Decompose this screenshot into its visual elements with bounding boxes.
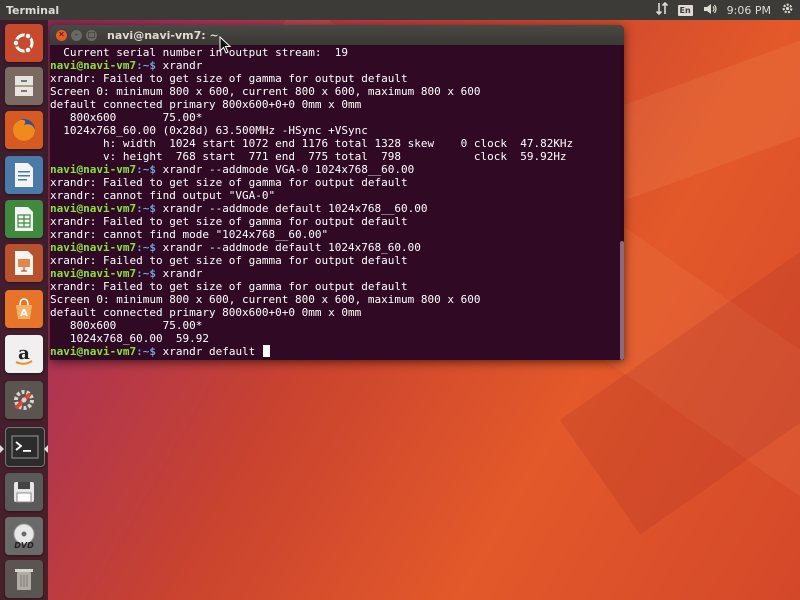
terminal-command-line: navi@navi-vm7:~$ xrandr --addmode defaul…: [50, 202, 620, 215]
terminal-output-line: xrandr: Failed to get size of gamma for …: [50, 72, 408, 85]
command-text: xrandr --addmode default 1024x768_60.00: [155, 241, 421, 254]
terminal-output-line: xrandr: cannot find output "VGA-0": [50, 189, 276, 202]
window-title: navi@navi-vm7: ~: [107, 28, 219, 42]
indicator-area: En 9:06 PM: [655, 0, 795, 20]
terminal-titlebar[interactable]: ✕ – □ navi@navi-vm7: ~: [50, 25, 624, 45]
window-maximize-button[interactable]: □: [86, 29, 97, 41]
launcher-item-dash[interactable]: [5, 24, 43, 62]
prompt-path: :~$: [136, 163, 156, 176]
prompt-user: navi@navi-vm7: [50, 202, 137, 215]
prompt-path: :~$: [136, 202, 156, 215]
prompt-path: :~$: [136, 241, 156, 254]
terminal-output-line: Current serial number in output stream: …: [50, 46, 349, 59]
launcher-item-trash[interactable]: [5, 560, 43, 598]
terminal-output-line: 1024x768_60.00 59.92: [50, 332, 209, 345]
command-text: xrandr --addmode default 1024x768__60.00: [155, 202, 428, 215]
terminal-output-line: h: width 1024 start 1072 end 1176 total …: [50, 137, 574, 150]
command-text: xrandr: [155, 267, 203, 280]
prompt-path: :~$: [136, 267, 156, 280]
terminal-output-line: xrandr: Failed to get size of gamma for …: [50, 254, 408, 267]
keyboard-layout-icon[interactable]: En: [677, 4, 693, 16]
terminal-window[interactable]: ✕ – □ navi@navi-vm7: ~ Current serial nu…: [50, 25, 624, 360]
calc-spreadsheet-icon: [15, 207, 33, 231]
launcher: A a DVD: [0, 20, 48, 600]
running-indicator: [0, 445, 4, 453]
amazon-icon: a: [15, 343, 33, 365]
terminal-command-line: navi@navi-vm7:~$ xrandr default: [50, 345, 620, 358]
settings-gear-icon[interactable]: [781, 2, 794, 18]
terminal-output-line: Screen 0: minimum 800 x 600, current 800…: [50, 293, 481, 306]
dvd-label: DVD: [14, 541, 34, 550]
terminal-command-line: navi@navi-vm7:~$ xrandr: [50, 267, 620, 280]
ubuntu-logo-icon: [12, 32, 34, 54]
terminal-output-line: default connected primary 800x600+0+0 0m…: [50, 306, 362, 319]
terminal-output-line: 1024x768_60.00 (0x28d) 63.500MHz -HSync …: [50, 124, 368, 137]
launcher-item-files[interactable]: [5, 67, 43, 105]
network-transfer-icon[interactable]: [655, 1, 668, 18]
window-minimize-button[interactable]: –: [71, 29, 82, 41]
launcher-item-impress[interactable]: [5, 244, 43, 282]
prompt-user: navi@navi-vm7: [50, 345, 137, 358]
launcher-item-dvd[interactable]: DVD: [5, 517, 43, 555]
scrollbar-thumb[interactable]: [620, 241, 624, 360]
launcher-item-software[interactable]: A: [5, 290, 43, 328]
active-app-title: Terminal: [6, 3, 60, 17]
volume-icon[interactable]: [703, 3, 717, 18]
window-close-button[interactable]: ✕: [56, 29, 67, 41]
terminal-output-line: 800x600 75.00*: [50, 319, 203, 332]
prompt-path: :~$: [136, 345, 156, 358]
prompt-user: navi@navi-vm7: [50, 267, 137, 280]
prompt-user: navi@navi-vm7: [50, 241, 137, 254]
svg-text:A: A: [20, 308, 28, 319]
terminal-output[interactable]: Current serial number in output stream: …: [50, 45, 620, 360]
terminal-command-line: navi@navi-vm7:~$ xrandr: [50, 59, 620, 72]
launcher-item-system-settings[interactable]: [5, 381, 43, 419]
clock-label[interactable]: 9:06 PM: [727, 4, 771, 17]
terminal-output-line: 800x600 75.00*: [50, 111, 203, 124]
writer-document-icon: [15, 163, 33, 187]
terminal-output-line: xrandr: Failed to get size of gamma for …: [50, 215, 408, 228]
svg-text:a: a: [18, 343, 30, 364]
terminal-command-line: navi@navi-vm7:~$ xrandr --addmode defaul…: [50, 241, 620, 254]
launcher-item-firefox[interactable]: [5, 111, 43, 149]
focused-indicator: [44, 445, 48, 453]
firefox-icon: [13, 119, 35, 141]
terminal-icon: [11, 435, 39, 459]
mouse-pointer-icon: [219, 36, 231, 54]
command-text: xrandr: [155, 59, 203, 72]
launcher-item-calc[interactable]: [5, 200, 43, 238]
terminal-output-line: v: height 768 start 771 end 775 total 79…: [50, 150, 567, 163]
text-cursor: [262, 345, 270, 357]
terminal-output-line: Screen 0: minimum 800 x 600, current 800…: [50, 85, 481, 98]
terminal-scrollbar[interactable]: [620, 45, 624, 360]
launcher-item-amazon[interactable]: a: [5, 335, 43, 373]
dvd-icon: DVD: [13, 523, 35, 550]
command-text: xrandr default: [155, 345, 262, 358]
file-cabinet-icon: [15, 76, 33, 96]
settings-tools-icon: [14, 390, 34, 410]
prompt-user: navi@navi-vm7: [50, 163, 137, 176]
impress-presentation-icon: [15, 251, 33, 275]
terminal-output-line: xrandr: cannot find mode "1024x768__60.0…: [50, 228, 329, 241]
launcher-item-save[interactable]: [5, 473, 43, 511]
trash-icon: [15, 569, 33, 590]
prompt-path: :~$: [136, 59, 156, 72]
terminal-command-line: navi@navi-vm7:~$ xrandr --addmode VGA-0 …: [50, 163, 620, 176]
floppy-disk-icon: [14, 482, 34, 503]
terminal-output-line: xrandr: Failed to get size of gamma for …: [50, 280, 408, 293]
top-panel: Terminal En 9:06 PM: [0, 0, 800, 20]
command-text: xrandr --addmode VGA-0 1024x768__60.00: [155, 163, 415, 176]
prompt-user: navi@navi-vm7: [50, 59, 137, 72]
terminal-output-line: default connected primary 800x600+0+0 0m…: [50, 98, 362, 111]
terminal-output-line: xrandr: Failed to get size of gamma for …: [50, 176, 408, 189]
software-center-icon: A: [16, 298, 32, 319]
launcher-item-terminal[interactable]: [5, 427, 45, 467]
launcher-item-writer[interactable]: [5, 156, 43, 194]
